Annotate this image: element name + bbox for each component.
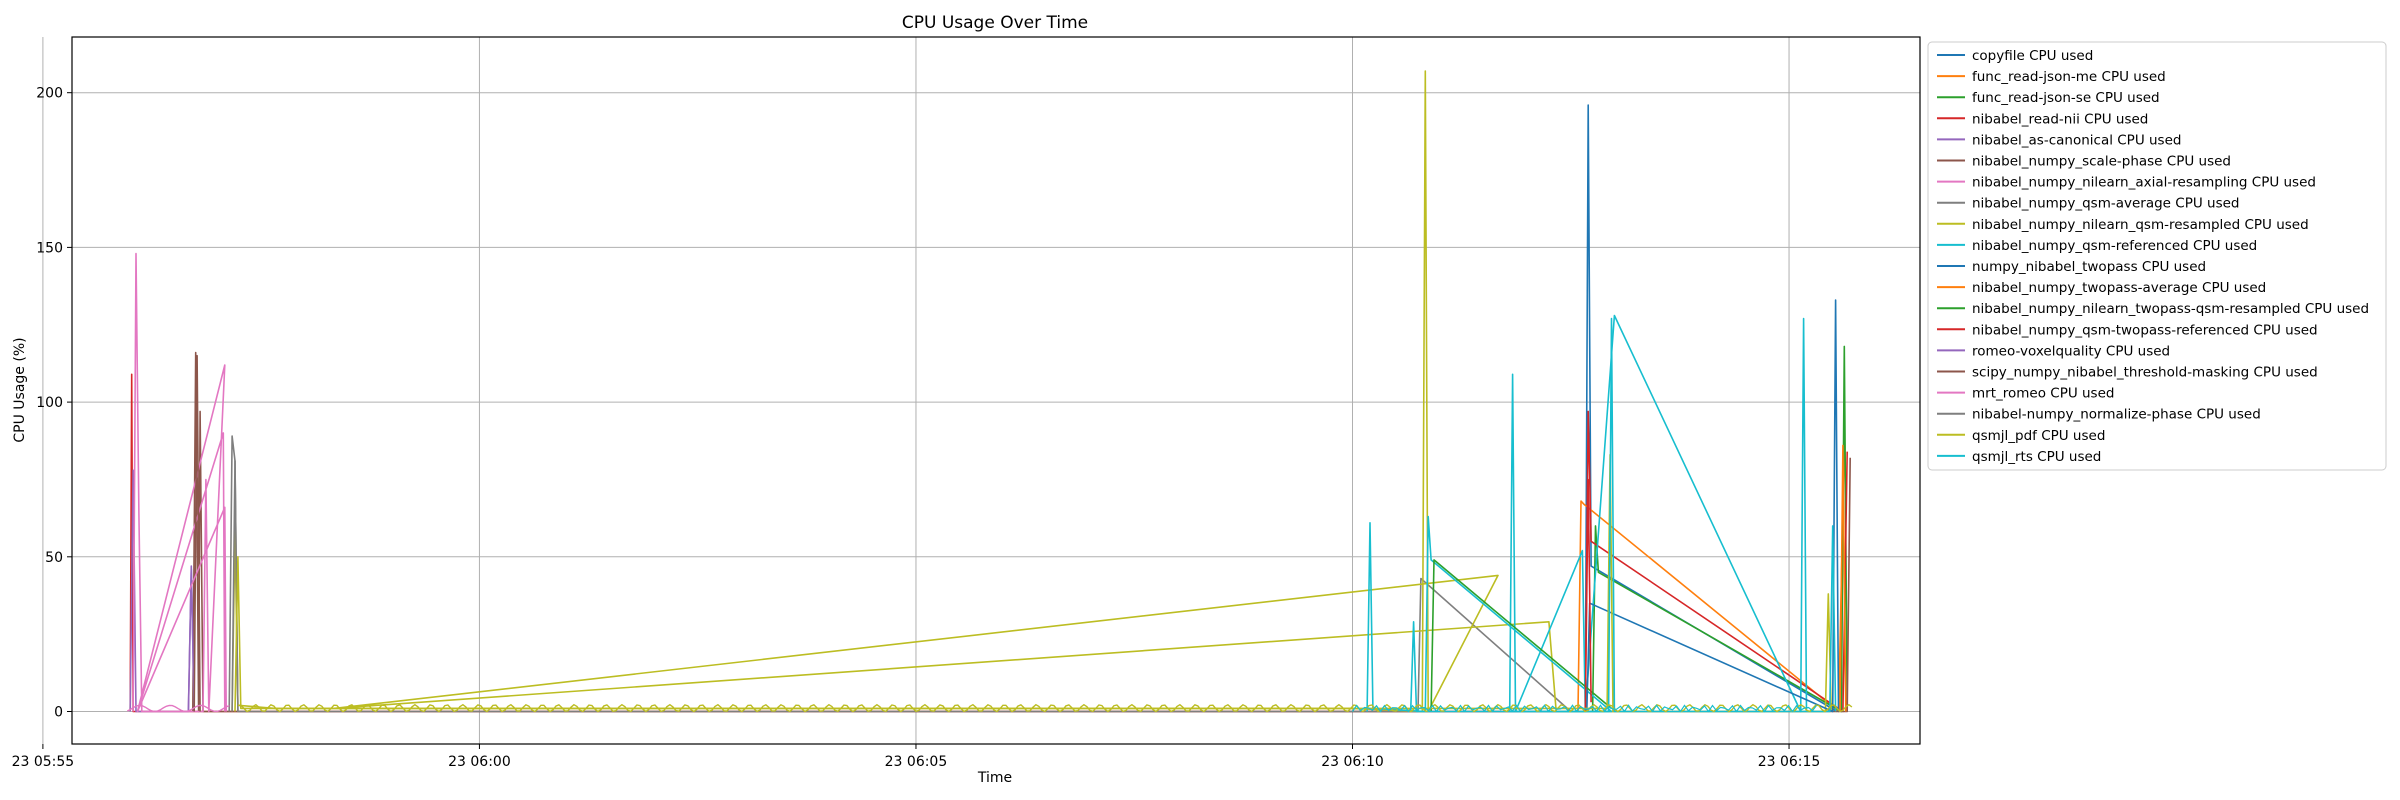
baseline-noise-early — [126, 704, 230, 713]
legend-label: nibabel_numpy_nilearn_qsm-resampled CPU … — [1972, 217, 2309, 233]
legend-label: func_read-json-se CPU used — [1972, 90, 2160, 106]
legend-label: nibabel_numpy_qsm-average CPU used — [1972, 196, 2239, 212]
grid — [42, 37, 1920, 744]
x-tick-label: 23 06:15 — [1758, 754, 1821, 770]
legend-label: numpy_nibabel_twopass CPU used — [1972, 259, 2206, 275]
y-tick-label: 200 — [36, 86, 63, 102]
cpu-usage-chart: CPU Usage Over Time 23 05:55 23 06:00 23 0… — [12, 13, 2387, 786]
legend-label: copyfile CPU used — [1972, 48, 2093, 64]
plot-area-frame — [71, 36, 1921, 745]
y-tick-label: 0 — [54, 705, 63, 721]
y-tick-label: 100 — [36, 395, 63, 411]
x-axis-ticks: 23 05:55 23 06:00 23 06:05 23 06:10 23 06:15 — [12, 744, 1821, 770]
legend-label: nibabel_numpy_qsm-twopass-referenced CPU… — [1972, 322, 2318, 338]
x-tick-label: 23 06:00 — [448, 754, 511, 770]
legend-label: nibabel_read-nii CPU used — [1972, 111, 2148, 127]
legend: copyfile CPU used func_read-json-me CPU u… — [1927, 41, 2387, 471]
series-line-5 — [192, 351, 1851, 713]
legend-label: qsmjl_pdf CPU used — [1972, 428, 2105, 444]
legend-label: qsmjl_rts CPU used — [1972, 449, 2101, 465]
series-line-6 — [132, 252, 226, 713]
legend-label: func_read-json-me CPU used — [1972, 69, 2166, 85]
y-axis-label: CPU Usage (%) — [12, 337, 28, 442]
x-tick-label: 23 06:05 — [885, 754, 948, 770]
series-line-2 — [1591, 345, 1848, 713]
legend-label: nibabel_numpy_qsm-referenced CPU used — [1972, 238, 2257, 254]
legend-label: nibabel_numpy_twopass-average CPU used — [1972, 280, 2266, 296]
legend-label: nibabel_as-canonical CPU used — [1972, 132, 2181, 148]
chart-title: CPU Usage Over Time — [902, 13, 1088, 33]
legend-label: nibabel_numpy_scale-phase CPU used — [1972, 154, 2231, 170]
legend-label: nibabel_numpy_nilearn_axial-resampling C… — [1972, 175, 2316, 191]
legend-label: scipy_numpy_nibabel_threshold-masking CP… — [1972, 365, 2318, 381]
y-tick-label: 50 — [45, 550, 63, 566]
legend-label: romeo-voxelquality CPU used — [1972, 343, 2170, 359]
series-line-18 — [234, 453, 1614, 712]
legend-label: nibabel-numpy_normalize-phase CPU used — [1972, 407, 2261, 423]
legend-label: mrt_romeo CPU used — [1972, 386, 2114, 402]
series-line-8 — [231, 70, 1832, 713]
x-tick-label: 23 05:55 — [12, 754, 75, 770]
legend-label: nibabel_numpy_nilearn_twopass-qsm-resamp… — [1972, 301, 2369, 317]
series-line-19 — [1409, 317, 1837, 713]
x-tick-label: 23 06:10 — [1321, 754, 1384, 770]
series-line-0 — [1584, 104, 1838, 713]
plot-series — [126, 70, 1853, 713]
y-tick-label: 150 — [36, 240, 63, 256]
y-axis-ticks: 0 50 100 150 200 — [36, 86, 72, 721]
x-axis-label: Time — [977, 770, 1012, 786]
